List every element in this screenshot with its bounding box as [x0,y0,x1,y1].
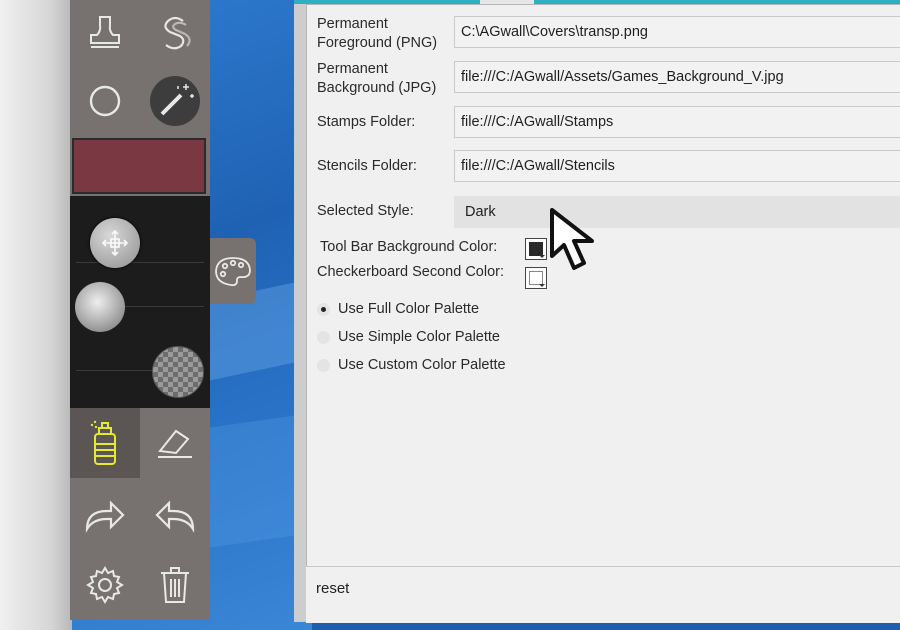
stamp-icon [90,16,120,48]
foreground-label: Permanent Foreground (PNG) [317,16,438,51]
radio-label: Use Full Color Palette [338,301,480,317]
checkerboard-color-button[interactable] [525,267,547,289]
magic-wand-tool-button[interactable] [140,66,210,136]
move-icon [101,229,129,257]
tool-row [70,550,210,620]
redo-icon [85,500,125,533]
stencil-s-icon [164,16,191,50]
color-preview [529,242,543,256]
brush-size-stack [70,196,210,408]
stencil-tool-button[interactable] [140,0,210,68]
background-panel [0,0,72,630]
background-path-field[interactable]: file:///C:/AGwall/Assets/Games_Backgroun… [454,61,900,93]
transparent-brush-button[interactable] [152,346,204,398]
stencils-folder-field[interactable]: file:///C:/AGwall/Stencils [454,150,900,182]
tool-bar [70,0,210,620]
toolbar-bg-color-button[interactable] [525,238,547,260]
style-select[interactable]: Dark [454,196,900,228]
tool-row [70,480,210,550]
trash-icon [161,567,189,603]
undo-icon [155,500,195,533]
settings-dialog: Permanent Foreground (PNG) C:\AGwall\Cov… [294,0,900,623]
soft-brush-button[interactable] [75,282,125,332]
redo-button[interactable] [70,480,140,550]
color-preview [529,271,543,285]
radio-full-palette[interactable]: Use Full Color Palette [317,301,479,317]
stamp-tool-button[interactable] [70,0,140,68]
reset-button[interactable]: reset [316,580,349,597]
toolbar-bg-color-label: Tool Bar Background Color: [320,239,498,255]
foreground-path-field[interactable]: C:\AGwall\Covers\transp.png [454,16,900,48]
mouse-cursor-icon [550,208,594,270]
dropdown-arrow-icon [539,284,545,287]
eraser-tool-button[interactable] [140,408,210,478]
radio-dot [317,358,330,372]
radio-dot [317,302,330,316]
palette-icon [215,257,251,287]
radio-dot [317,330,330,344]
current-color-swatch[interactable] [72,138,206,194]
delete-button[interactable] [140,550,210,620]
eraser-icon [158,429,192,458]
tool-row [70,0,210,68]
radio-label: Use Simple Color Palette [338,329,500,345]
circle-tool-button[interactable] [70,66,140,136]
background-label: Permanent Background (JPG) [317,61,437,96]
move-brush-button[interactable] [90,218,140,268]
spray-tool-button[interactable] [70,408,140,478]
dropdown-arrow-icon [539,255,545,258]
radio-label: Use Custom Color Palette [338,357,506,373]
dialog-footer: reset [306,566,900,623]
palette-tab-button[interactable] [210,238,256,304]
tool-row [70,408,210,478]
settings-button[interactable] [70,550,140,620]
gear-icon [86,566,124,604]
magic-wand-icon [150,76,200,126]
stamps-folder-label: Stamps Folder: [317,114,416,130]
undo-button[interactable] [140,480,210,550]
stamps-folder-field[interactable]: file:///C:/AGwall/Stamps [454,106,900,138]
radio-simple-palette[interactable]: Use Simple Color Palette [317,329,500,345]
settings-form: Permanent Foreground (PNG) C:\AGwall\Cov… [306,4,900,568]
tool-row [70,66,210,136]
checkerboard-color-label: Checkerboard Second Color: [317,264,504,280]
circle-icon [89,85,121,117]
radio-custom-palette[interactable]: Use Custom Color Palette [317,357,506,373]
selected-style-label: Selected Style: [317,203,414,219]
stencils-folder-label: Stencils Folder: [317,158,417,174]
spray-can-icon [90,420,116,465]
divider [76,262,204,263]
